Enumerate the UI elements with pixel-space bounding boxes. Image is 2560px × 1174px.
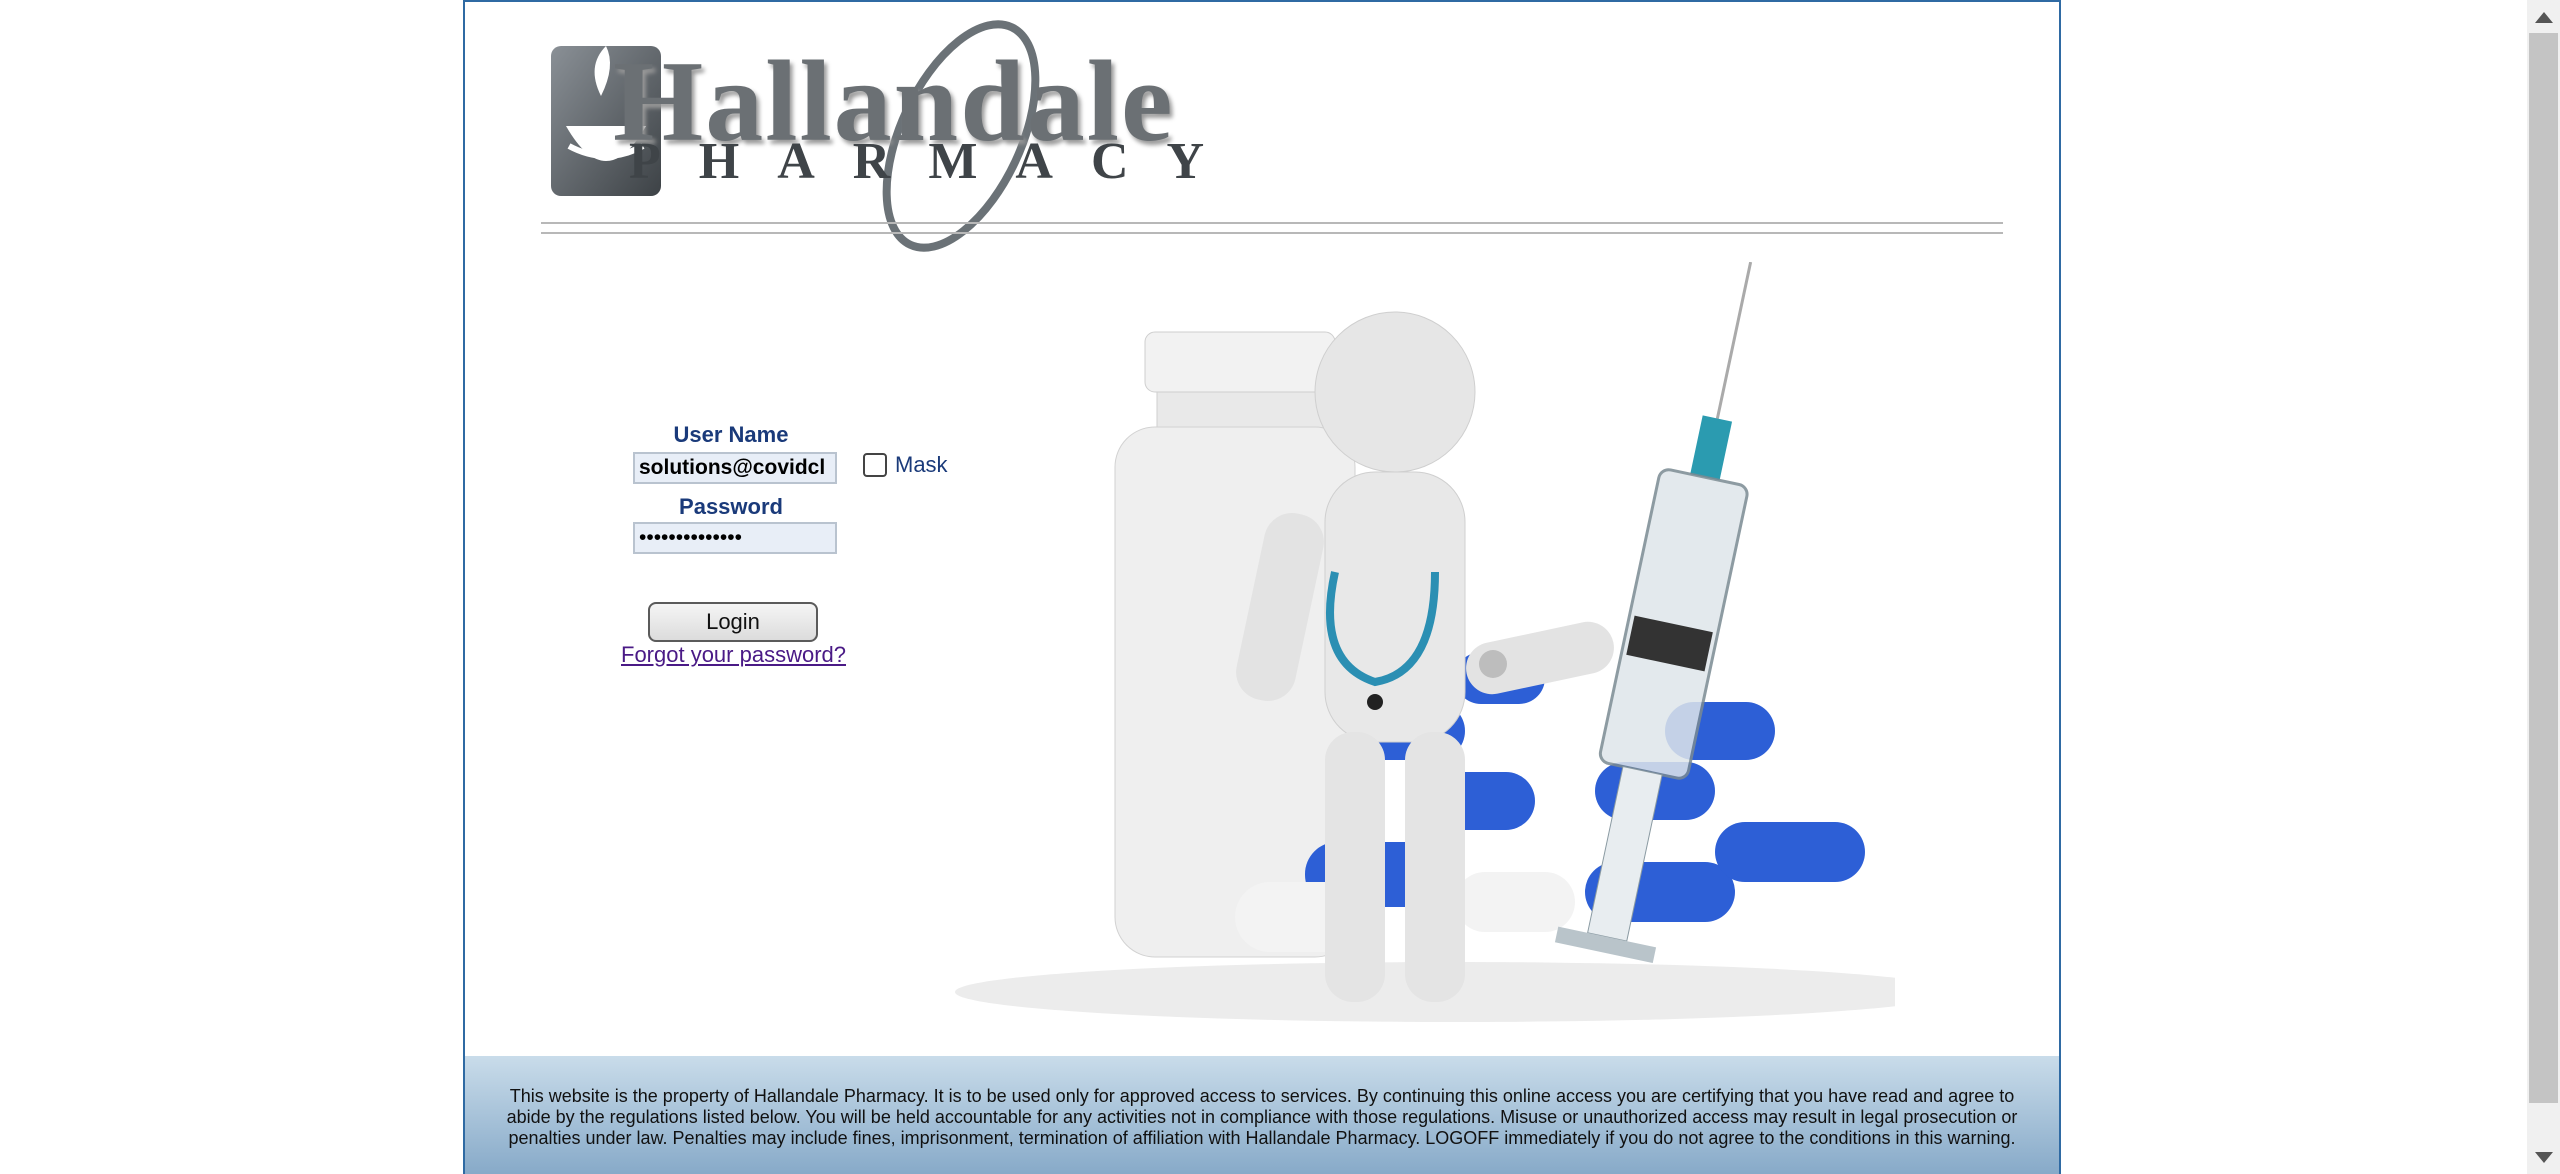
page-frame: Hallandale PHARMACY User Name Mask Passw… — [463, 0, 2061, 1174]
scroll-thumb[interactable] — [2529, 33, 2558, 1103]
login-button[interactable]: Login — [648, 602, 818, 642]
mask-checkbox[interactable] — [863, 453, 887, 477]
pharmacist-illustration — [955, 262, 1895, 1022]
legal-footer: This website is the property of Hallanda… — [465, 1056, 2059, 1174]
username-label: User Name — [673, 422, 789, 447]
logo-sub-text: PHARMACY — [629, 133, 1243, 190]
legal-notice: This website is the property of Hallanda… — [506, 1086, 2018, 1148]
vertical-scrollbar[interactable] — [2527, 0, 2560, 1174]
forgot-password-link[interactable]: Forgot your password? — [621, 642, 846, 668]
scroll-down-icon[interactable] — [2535, 1152, 2553, 1163]
scroll-up-icon[interactable] — [2535, 12, 2553, 23]
logo-divider — [541, 232, 2003, 234]
username-input[interactable] — [633, 452, 837, 484]
password-label: Password — [679, 494, 783, 519]
password-input[interactable] — [633, 522, 837, 554]
logo-divider — [541, 222, 2003, 224]
